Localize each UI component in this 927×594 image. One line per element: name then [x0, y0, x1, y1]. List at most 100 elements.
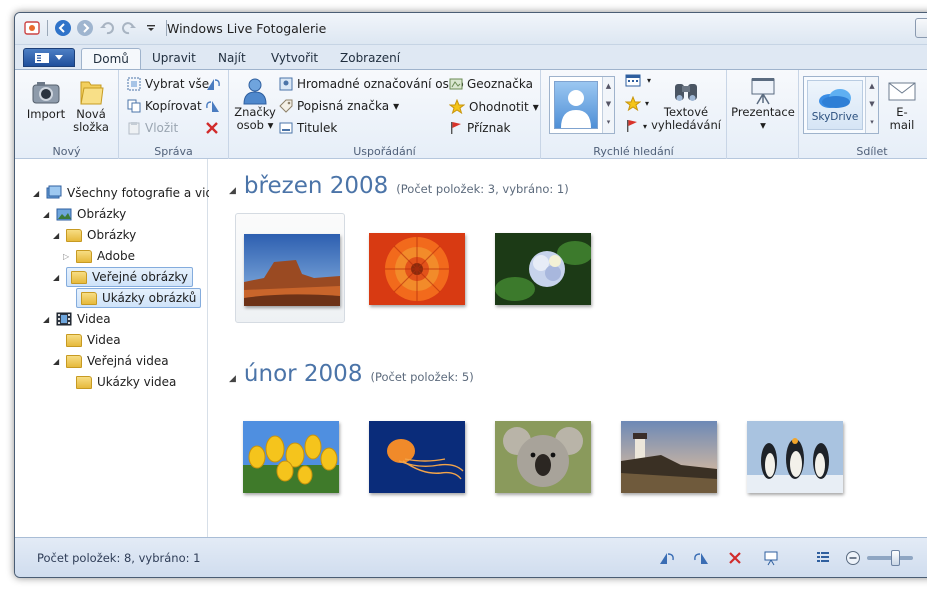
customize-toolbar-icon[interactable]: [142, 19, 160, 37]
flag-button[interactable]: Příznak: [449, 121, 511, 135]
photo-thumbnail[interactable]: [361, 401, 471, 511]
status-details-view-button[interactable]: [813, 549, 833, 567]
zoom-out-button[interactable]: [843, 549, 863, 567]
tree-item-sample-pictures[interactable]: Ukázky obrázků: [63, 288, 202, 308]
group-sprava: Vybrat vše Kopírovat Vložit Správa: [119, 70, 229, 160]
expanded-arrow-icon[interactable]: ◢: [53, 273, 61, 282]
delete-button[interactable]: [205, 121, 219, 135]
delete-icon: [206, 122, 218, 134]
gallery-scroll[interactable]: ▲ ▼ ▾: [602, 77, 614, 133]
tree-item-adobe[interactable]: ▷ Adobe: [63, 246, 135, 266]
photo-lighthouse: [621, 421, 717, 493]
photo-thumbnail[interactable]: [235, 213, 345, 323]
rate-button[interactable]: Ohodnotit ▾: [449, 99, 539, 114]
selection-highlight: Ukázky obrázků: [76, 288, 202, 308]
photo-thumbnail[interactable]: [235, 401, 345, 511]
tab-domu[interactable]: Domů: [81, 48, 141, 69]
status-rotate-right-button[interactable]: [691, 549, 711, 567]
collapse-arrow-icon[interactable]: ◢: [229, 186, 236, 196]
binoculars-icon: [675, 84, 697, 101]
expanded-arrow-icon[interactable]: ◢: [53, 357, 61, 366]
collapse-arrow-icon[interactable]: ◢: [229, 374, 236, 384]
expanded-arrow-icon[interactable]: ◢: [43, 315, 51, 324]
tab-vytvorit[interactable]: Vytvořit: [260, 48, 329, 69]
skydrive-button[interactable]: SkyDrive: [807, 80, 863, 130]
status-slideshow-button[interactable]: [761, 549, 781, 567]
tree-item-pictures[interactable]: ◢ Obrázky: [43, 204, 126, 224]
email-button[interactable]: E- mail: [885, 76, 919, 132]
people-gallery[interactable]: ▲ ▼ ▾: [549, 76, 615, 134]
back-icon[interactable]: [54, 19, 72, 37]
tab-zobrazeni[interactable]: Zobrazení: [329, 48, 411, 69]
rotate-right-icon: [694, 553, 708, 564]
zoom-out-icon: [846, 551, 860, 565]
group-prezentace: Prezentace ▾: [727, 70, 799, 160]
app-icon[interactable]: [23, 19, 41, 37]
date-filter-button[interactable]: ▾: [625, 73, 651, 87]
expanded-arrow-icon[interactable]: ◢: [33, 189, 41, 198]
rotate-right-button[interactable]: [205, 99, 221, 113]
tree-item-public-pictures[interactable]: ◢ Veřejné obrázky: [53, 267, 194, 287]
expanded-arrow-icon[interactable]: ◢: [53, 231, 61, 240]
app-window: Windows Live Fotogalerie Domů Upravit Na…: [14, 12, 927, 578]
file-menu-button[interactable]: [23, 48, 75, 67]
zoom-slider[interactable]: [867, 550, 913, 566]
select-all-button[interactable]: Vybrat vše: [127, 77, 209, 91]
photo-hydrangeas: [495, 233, 591, 305]
rotate-left-button[interactable]: [205, 77, 221, 91]
paste-button[interactable]: Vložit: [127, 121, 178, 135]
photo-thumbnail[interactable]: [487, 401, 597, 511]
share-gallery-scroll[interactable]: ▲ ▼ ▾: [865, 77, 878, 133]
tree-item-my-pictures[interactable]: ◢ Obrázky: [53, 225, 136, 245]
tree-item-my-videos[interactable]: Videa: [53, 330, 121, 350]
photo-chrysanthemum: [369, 233, 465, 305]
tree-item-videos[interactable]: ◢ Videa: [43, 309, 111, 329]
group-novy: Import Nová složka Nový: [15, 70, 119, 160]
redo-icon[interactable]: [120, 19, 138, 37]
group-header-february[interactable]: ◢ únor 2008 (Počet položek: 5): [229, 361, 474, 387]
projector-screen-icon: [751, 78, 775, 105]
photo-thumbnail[interactable]: [361, 213, 471, 323]
people-tags-button[interactable]: Značky osob ▾: [234, 76, 276, 132]
folder-icon: [71, 270, 87, 284]
tab-upravit[interactable]: Upravit: [141, 48, 207, 69]
slideshow-button[interactable]: Prezentace ▾: [731, 76, 795, 132]
forward-icon[interactable]: [76, 19, 94, 37]
undo-icon[interactable]: [98, 19, 116, 37]
rotate-right-icon: [206, 101, 219, 112]
batch-people-tag-button[interactable]: Hromadné označování osob: [279, 77, 464, 91]
status-rotate-left-button[interactable]: [657, 549, 677, 567]
pictures-library-icon: [56, 208, 72, 221]
status-delete-button[interactable]: [725, 549, 745, 567]
flag-filter-button[interactable]: ▾: [625, 119, 647, 133]
selection-highlight: Veřejné obrázky: [66, 267, 194, 287]
window-control-button[interactable]: [915, 18, 927, 38]
rating-filter-button[interactable]: ▾: [625, 96, 649, 111]
person-placeholder-icon: [554, 81, 598, 129]
status-bar: Počet položek: 8, vybráno: 1: [15, 537, 927, 577]
folder-icon: [76, 249, 92, 263]
photo-thumbnail[interactable]: [613, 401, 723, 511]
geotag-button[interactable]: Geoznačka: [449, 77, 533, 91]
photo-thumbnail[interactable]: [739, 401, 849, 511]
tree-item-public-videos[interactable]: ◢ Veřejná videa: [53, 351, 169, 371]
text-search-button[interactable]: Textové vyhledávání: [651, 76, 721, 132]
zoom-slider-thumb[interactable]: [891, 550, 900, 566]
star-filter-icon: [625, 96, 641, 111]
descriptive-tag-button[interactable]: Popisná značka ▾: [279, 99, 399, 113]
camera-icon: [32, 82, 60, 104]
import-button[interactable]: Import: [25, 76, 67, 121]
new-folder-button[interactable]: Nová složka: [71, 76, 111, 134]
tree-item-all[interactable]: ◢ Všechny fotografie a videa: [33, 183, 228, 203]
tab-najit[interactable]: Najít: [207, 48, 257, 69]
title-bar: Windows Live Fotogalerie: [15, 13, 927, 45]
group-label: Sdílet: [856, 145, 888, 158]
tree-item-sample-videos[interactable]: Ukázky videa: [63, 372, 176, 392]
photo-thumbnail[interactable]: [487, 213, 597, 323]
caption-button[interactable]: Titulek: [279, 121, 337, 135]
rotate-left-icon: [660, 553, 674, 564]
collapsed-arrow-icon[interactable]: ▷: [63, 252, 71, 261]
group-header-march[interactable]: ◢ březen 2008 (Počet položek: 3, vybráno…: [229, 173, 569, 199]
copy-button[interactable]: Kopírovat: [127, 99, 202, 113]
expanded-arrow-icon[interactable]: ◢: [43, 210, 51, 219]
